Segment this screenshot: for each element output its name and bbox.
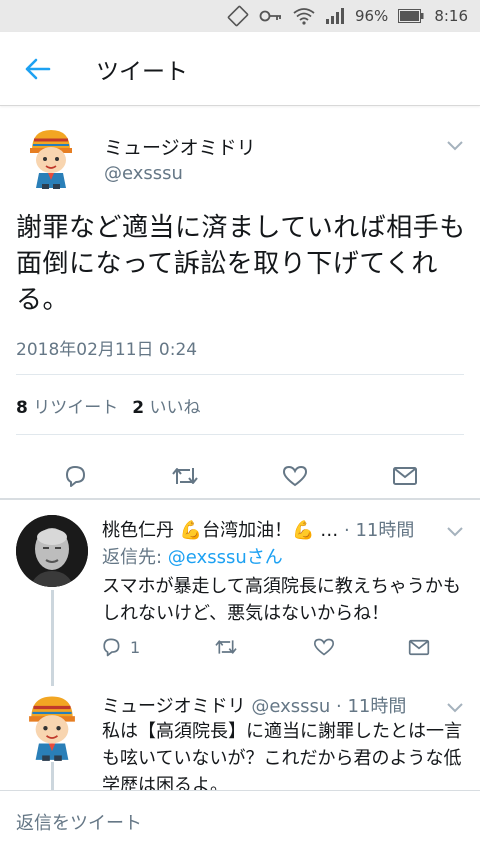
tweet-text: 謝罪など適当に済ましていれば相手も面倒になって訴訟を取り下げてくれる。: [16, 213, 466, 315]
reply-icon: [66, 466, 85, 487]
battery-icon: [398, 9, 424, 23]
reply-text: スマホが暴走して高須院長に教えちゃうかもしれないけど、悪気はないからね！: [102, 576, 461, 624]
chevron-down-icon[interactable]: [446, 698, 464, 717]
signal-icon: [325, 8, 345, 24]
heart-icon: [282, 465, 308, 487]
like-count: 2: [132, 398, 145, 418]
reply-compose-bar[interactable]: 返信をツイート: [0, 790, 480, 853]
reply-input-placeholder[interactable]: 返信をツイート: [16, 809, 142, 835]
mail-icon: [393, 467, 417, 485]
retweet-icon: [172, 468, 198, 484]
main-tweet: ミュージオミドリ @exsssu 謝罪など適当に済ましていれば相手も面倒になって…: [0, 106, 480, 487]
reply-body: 返信先: @exsssuさん スマホが暴走して高須院長に教えちゃうかもしれないけ…: [102, 544, 468, 627]
reply-button[interactable]: [55, 456, 95, 496]
avatar[interactable]: [18, 124, 84, 190]
reply-actions: 1: [100, 636, 430, 658]
like-stat-label: いいね: [149, 398, 201, 418]
reply-header: ミュージオミドリ @exsssu · 11時間: [102, 692, 442, 718]
divider: [16, 374, 464, 375]
share-button[interactable]: [385, 456, 425, 496]
wifi-icon: [293, 7, 315, 25]
tweet-header: ミュージオミドリ @exsssu: [0, 106, 480, 204]
battery-percent: 96%: [354, 7, 389, 25]
divider: [16, 434, 464, 435]
retweet-icon: [215, 640, 238, 654]
clock: 8:16: [434, 7, 468, 25]
retweet-button[interactable]: [165, 456, 205, 496]
reply-text: 私は【高須院長】に適当に謝罪したとは一言も呟いていないが？これだから君のような低…: [102, 721, 462, 796]
status-bar: 96% 8:16: [0, 0, 480, 32]
chevron-down-icon[interactable]: [446, 522, 464, 541]
reply-header: 桃色仁丹 💪台湾加油！💪 … · 11時間: [102, 516, 442, 542]
tweet-stats: 8 リツイート 2 いいね: [16, 393, 201, 418]
reply-meta: @exsssu · 11時間: [245, 696, 407, 717]
reply-icon: [103, 638, 120, 657]
like-button[interactable]: [275, 456, 315, 496]
back-button[interactable]: [0, 32, 74, 106]
tweet-actions: [0, 448, 480, 504]
avatar[interactable]: [16, 690, 88, 762]
app-bar: ツイート: [0, 32, 480, 106]
rotate-icon: [227, 5, 249, 27]
retweet-count: 8: [16, 398, 28, 418]
like-button[interactable]: [313, 637, 335, 657]
retweet-stat[interactable]: 8 リツイート: [16, 393, 118, 418]
reply-tweet[interactable]: 桃色仁丹 💪台湾加油！💪 … · 11時間 返信先: @exsssuさん スマホ…: [0, 500, 480, 680]
share-button[interactable]: [408, 638, 430, 657]
retweet-stat-label: リツイート: [33, 398, 119, 418]
author-name[interactable]: 桃色仁丹 💪台湾加油！💪 …: [102, 520, 338, 541]
reply-count: 1: [130, 637, 141, 657]
author-name[interactable]: ミュージオミドリ: [102, 696, 246, 717]
author-handle[interactable]: @exsssu: [104, 163, 183, 184]
chevron-down-icon[interactable]: [446, 136, 464, 155]
mail-icon: [408, 639, 430, 655]
tweet-timestamp: 2018年02月11日 0:24: [16, 340, 198, 360]
reply-to-handle[interactable]: @exsssuさん: [168, 547, 283, 568]
back-arrow-icon: [25, 58, 51, 79]
reply-to: 返信先: @exsssuさん: [102, 544, 468, 571]
retweet-button[interactable]: [213, 637, 239, 657]
reply-meta: · 11時間: [338, 520, 415, 541]
reply-button[interactable]: 1: [100, 636, 140, 658]
like-stat[interactable]: 2 いいね: [132, 393, 200, 418]
page-title: ツイート: [96, 58, 188, 85]
heart-icon: [313, 638, 334, 656]
avatar[interactable]: [16, 515, 88, 587]
author-name[interactable]: ミュージオミドリ: [104, 133, 256, 160]
thread-line: [51, 590, 54, 686]
reply-tweet[interactable]: ミュージオミドリ @exsssu · 11時間 私は【高須院長】に適当に謝罪した…: [0, 680, 480, 796]
reply-to-label: 返信先:: [102, 547, 168, 568]
key-icon: [259, 8, 283, 24]
